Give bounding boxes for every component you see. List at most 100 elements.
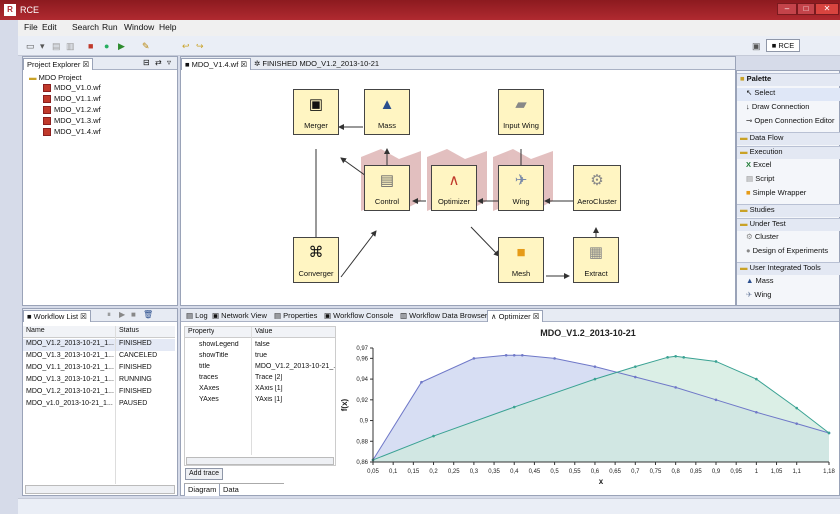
palette-item-excel[interactable]: X Excel bbox=[737, 160, 840, 173]
palette-group-data-flow[interactable]: ▬ Data Flow bbox=[737, 132, 840, 145]
tab-editor-mdo-v1-4[interactable]: ■ MDO_V1.4.wf ☒ bbox=[181, 58, 252, 70]
palette-item-cluster[interactable]: ⚙ Cluster bbox=[737, 232, 840, 245]
menu-help[interactable]: Help bbox=[159, 22, 176, 32]
menu-window[interactable]: Window bbox=[124, 22, 154, 32]
column-header-name[interactable]: Name bbox=[26, 327, 45, 334]
maximize-button[interactable]: □ bbox=[797, 3, 815, 15]
table-row[interactable]: MDO_v1.0_2013-10-21_1... PAUSED bbox=[23, 399, 175, 411]
palette-group-under-test[interactable]: ▬ Under Test bbox=[737, 218, 840, 231]
menu-file[interactable]: File bbox=[24, 22, 38, 32]
tab-data[interactable]: Data bbox=[220, 484, 242, 496]
menu-run[interactable]: Run bbox=[102, 22, 118, 32]
delete-icon[interactable]: 🗑 bbox=[143, 310, 153, 320]
node-mesh[interactable]: ■ Mesh bbox=[498, 237, 544, 283]
view-menu-icon[interactable]: ▿ bbox=[167, 58, 171, 68]
close-button[interactable]: ✕ bbox=[815, 3, 839, 15]
stop-icon[interactable]: ■ bbox=[131, 310, 136, 320]
new-icon[interactable]: ▭ bbox=[26, 41, 35, 51]
palette-tool-connection-editor[interactable]: ⊸ Open Connection Editor bbox=[737, 116, 840, 129]
menu-edit[interactable]: Edit bbox=[42, 22, 57, 32]
node-merger[interactable]: ▣ Merger bbox=[293, 89, 339, 135]
x-tick-label: 0,95 bbox=[730, 469, 742, 475]
collapse-all-icon[interactable]: ⊟ bbox=[143, 58, 150, 68]
table-row[interactable]: MDO_V1.2_2013-10-21_1... FINISHED bbox=[23, 387, 175, 399]
forward-icon[interactable]: ↪ bbox=[196, 41, 204, 51]
node-wing[interactable]: ✈ Wing bbox=[498, 165, 544, 211]
tree-file[interactable]: MDO_V1.2.wf bbox=[43, 105, 101, 115]
open-perspective-icon[interactable]: ▣ bbox=[752, 41, 761, 51]
horizontal-scrollbar[interactable] bbox=[25, 485, 175, 494]
tree-file[interactable]: MDO_V1.4.wf bbox=[43, 127, 101, 137]
node-mass[interactable]: ▲ Mass bbox=[364, 89, 410, 135]
back-icon[interactable]: ↩ bbox=[182, 41, 190, 51]
palette-tool-select[interactable]: ↖ Select bbox=[737, 88, 840, 101]
link-editor-icon[interactable]: ⇄ bbox=[155, 58, 162, 68]
tab-editor-finished[interactable]: ✲ FINISHED MDO_V1.2_2013-10-21 bbox=[251, 58, 382, 70]
node-label: AeroCluster bbox=[577, 197, 617, 206]
tab-workflow-list[interactable]: ■ Workflow List ☒ bbox=[23, 310, 91, 322]
property-row[interactable]: showLegend false bbox=[185, 340, 335, 351]
tab-properties[interactable]: ▤ Properties bbox=[271, 310, 320, 322]
tab-workflow-console[interactable]: ▣ Workflow Console bbox=[321, 310, 396, 322]
y-tick-label: 0,96 bbox=[356, 356, 368, 362]
palette-item-script[interactable]: ▤ Script bbox=[737, 174, 840, 187]
property-row[interactable]: YAxes YAxis [1] bbox=[185, 395, 335, 406]
column-header-property[interactable]: Property bbox=[188, 328, 214, 335]
property-row[interactable]: showTitle true bbox=[185, 351, 335, 362]
tab-label: Network View bbox=[221, 311, 267, 320]
tab-log[interactable]: ▤ Log bbox=[183, 310, 211, 322]
tab-workflow-data-browser[interactable]: ▥ Workflow Data Browser bbox=[397, 310, 490, 322]
tree-file[interactable]: MDO_V1.3.wf bbox=[43, 116, 101, 126]
perspective-button[interactable]: ■ RCE bbox=[766, 39, 800, 52]
node-input-wing[interactable]: ▰ Input Wing bbox=[498, 89, 544, 135]
horizontal-scrollbar[interactable] bbox=[186, 457, 334, 465]
save-icon[interactable]: ▤ bbox=[52, 41, 61, 51]
palette-item-simple-wrapper[interactable]: ■ Simple Wrapper bbox=[737, 188, 840, 201]
folder-icon: ▬ bbox=[740, 263, 748, 272]
workflow-icon[interactable]: ■ bbox=[88, 41, 93, 51]
property-row[interactable]: XAxes XAxis [1] bbox=[185, 384, 335, 395]
palette-item-doe[interactable]: ● Design of Experiments bbox=[737, 246, 840, 259]
palette-group-user-tools[interactable]: ▬ User Integrated Tools bbox=[737, 262, 840, 275]
pause-icon[interactable]: ⏸ bbox=[107, 310, 111, 320]
table-row[interactable]: MDO_V1.3_2013-10-21_1... RUNNING bbox=[23, 375, 175, 387]
node-aerocluster[interactable]: ⚙ AeroCluster bbox=[573, 165, 621, 211]
x-tick-label: 0,45 bbox=[529, 469, 541, 475]
dropdown-icon[interactable]: ▾ bbox=[40, 41, 45, 51]
tab-diagram[interactable]: Diagram bbox=[184, 484, 221, 496]
table-row[interactable]: MDO_V1.2_2013-10-21_1... FINISHED bbox=[23, 339, 175, 351]
optimizer-icon: ∧ bbox=[448, 172, 460, 189]
tab-label: Properties bbox=[283, 311, 318, 320]
node-converger[interactable]: ⌘ Converger bbox=[293, 237, 339, 283]
column-header-value[interactable]: Value bbox=[255, 328, 272, 335]
save-all-icon[interactable]: ▥ bbox=[66, 41, 75, 51]
add-trace-button[interactable]: Add trace bbox=[185, 468, 223, 480]
connection-editor-icon: ⊸ bbox=[746, 116, 753, 125]
tree-project[interactable]: ▬ MDO Project bbox=[29, 73, 82, 82]
palette-tool-draw-connection[interactable]: ↓ Draw Connection bbox=[737, 102, 840, 115]
node-optimizer[interactable]: ∧ Optimizer bbox=[431, 165, 477, 211]
run-icon[interactable]: ▶ bbox=[118, 41, 125, 51]
column-header-status[interactable]: Status bbox=[119, 327, 139, 334]
table-row[interactable]: MDO_V1.3_2013-10-21_1... CANCELED bbox=[23, 351, 175, 363]
minimize-button[interactable]: – bbox=[777, 3, 797, 15]
node-extract[interactable]: ▦ Extract bbox=[573, 237, 619, 283]
tab-optimizer[interactable]: ∧ Optimizer ☒ bbox=[487, 310, 544, 322]
palette-item-mass[interactable]: ▲ Mass bbox=[737, 276, 840, 289]
table-row[interactable]: MDO_V1.1_2013-10-21_1... FINISHED bbox=[23, 363, 175, 375]
palette-group-execution[interactable]: ▬ Execution bbox=[737, 146, 840, 159]
node-control[interactable]: ▤ Control bbox=[364, 165, 410, 211]
palette-item-wing[interactable]: ✈ Wing bbox=[737, 290, 840, 303]
resume-icon[interactable]: ▶ bbox=[119, 310, 125, 320]
tool-icon[interactable]: ✎ bbox=[142, 41, 150, 51]
tree-file[interactable]: MDO_V1.1.wf bbox=[43, 94, 101, 104]
menu-search[interactable]: Search bbox=[72, 22, 99, 32]
tree-file[interactable]: MDO_V1.0.wf bbox=[43, 83, 101, 93]
tab-network-view[interactable]: ▣ Network View bbox=[209, 310, 270, 322]
tab-project-explorer[interactable]: Project Explorer ☒ bbox=[23, 58, 94, 70]
execute-icon[interactable]: ● bbox=[104, 41, 109, 51]
row-name: MDO_V1.3_2013-10-21_1... bbox=[26, 376, 114, 383]
palette-group-studies[interactable]: ▬ Studies bbox=[737, 204, 840, 217]
property-row[interactable]: traces Trace [2] bbox=[185, 373, 335, 384]
property-row[interactable]: title MDO_V1.2_2013-10-21_... bbox=[185, 362, 335, 373]
